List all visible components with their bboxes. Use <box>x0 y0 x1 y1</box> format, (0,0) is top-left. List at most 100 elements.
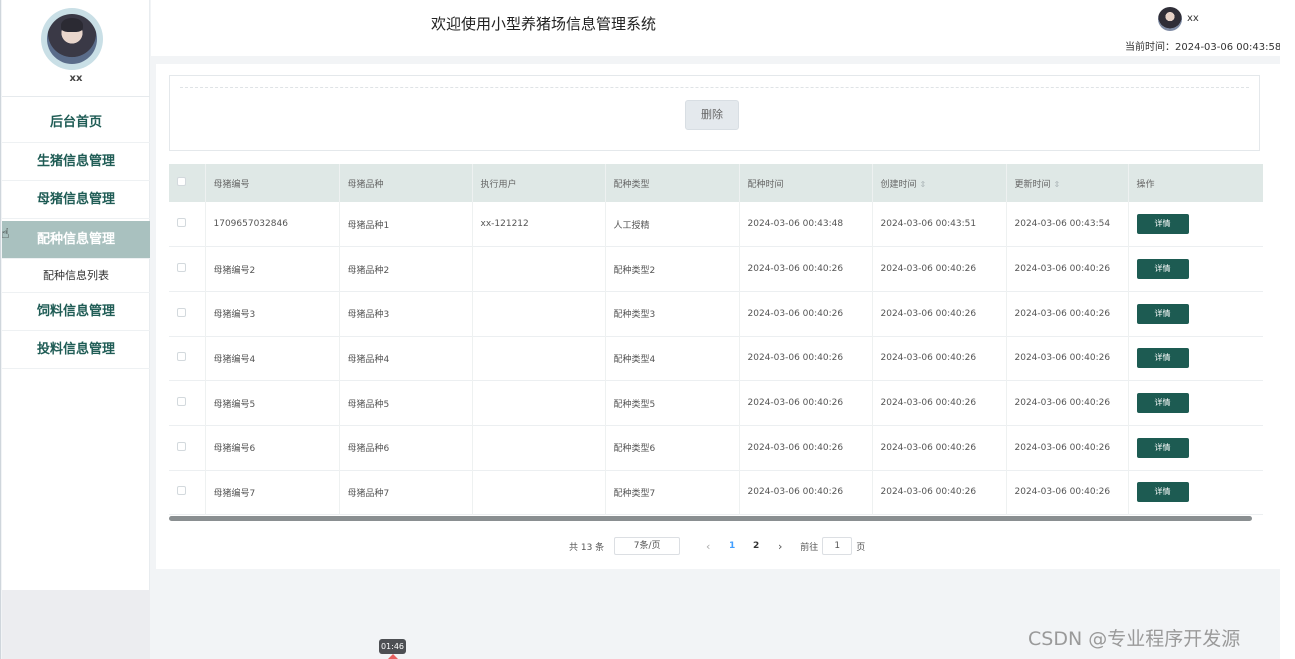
cell-mating-time: 2024-03-06 00:43:48 <box>739 202 873 247</box>
sidebar-item-pig-info[interactable]: 生猪信息管理 <box>2 143 150 181</box>
cell-user <box>472 470 606 515</box>
row-select-cell <box>169 202 206 247</box>
detail-button[interactable]: 详情 <box>1136 393 1189 414</box>
prev-page-icon[interactable]: ‹ <box>696 540 720 553</box>
cell-breed: 母猪品种6 <box>339 425 473 471</box>
table-row: 母猪编号6 母猪品种6 配种类型6 2024-03-06 00:40:26 2024-0… <box>169 425 1263 471</box>
sidebar: xx 后台首页 生猪信息管理 母猪信息管理 配种信息管理 配种信息列表 饲料信息… <box>2 0 150 590</box>
sidebar-item-feeding-info[interactable]: 投料信息管理 <box>2 331 150 369</box>
top-header: 欢迎使用小型养猪场信息管理系统 xx 当前时间：2024-03-06 00:43… <box>151 0 1281 56</box>
page-button-1[interactable]: 1 <box>720 541 744 551</box>
data-table: 母猪编号 母猪品种 执行用户 配种类型 配种时间 创建时间 ⇕ 更新时间 ⇕ 操作 … <box>169 164 1263 522</box>
avatar-image <box>47 14 97 64</box>
pagination-total: 共 13 条 <box>569 542 605 553</box>
row-select-cell <box>169 470 206 515</box>
cell-update-time: 2024-03-06 00:40:26 <box>1006 380 1129 426</box>
detail-button[interactable]: 详情 <box>1136 303 1189 324</box>
cell-sow-no: 母猪编号2 <box>205 246 340 292</box>
col-header-user: 执行用户 <box>472 164 606 202</box>
sidebar-item-sow-info[interactable]: 母猪信息管理 <box>2 181 150 219</box>
cell-mating-time: 2024-03-06 00:40:26 <box>739 380 873 426</box>
page-button-2[interactable]: 2 <box>744 541 768 551</box>
row-checkbox[interactable] <box>177 397 186 407</box>
goto-page-input[interactable]: 1 <box>822 537 853 555</box>
cell-create-time: 2024-03-06 00:40:26 <box>872 291 1007 337</box>
cell-create-time: 2024-03-06 00:43:51 <box>872 202 1007 247</box>
detail-button[interactable]: 详情 <box>1136 482 1189 503</box>
row-checkbox[interactable] <box>177 307 186 317</box>
right-margin <box>1280 0 1295 659</box>
cell-user <box>472 336 606 381</box>
cell-create-time: 2024-03-06 00:40:26 <box>872 425 1007 471</box>
table-row: 母猪编号5 母猪品种5 配种类型5 2024-03-06 00:40:26 2024-0… <box>169 380 1263 426</box>
sidebar-username: xx <box>69 73 83 84</box>
create-time-label: 创建时间 <box>880 179 917 190</box>
pagination: 共 13 条 7条/页 ‹ 1 2 › 前往 1 页 <box>569 536 865 556</box>
table-row: 母猪编号3 母猪品种3 配种类型3 2024-03-06 00:40:26 2024-0… <box>169 291 1263 337</box>
cell-mating-time: 2024-03-06 00:40:26 <box>739 425 873 471</box>
toolbar-panel: 删除 <box>169 75 1260 151</box>
cell-mating-type: 配种类型6 <box>605 425 740 471</box>
cell-sow-no: 1709657032846 <box>205 202 340 247</box>
update-time-label: 更新时间 <box>1014 179 1051 190</box>
cell-update-time: 2024-03-06 00:40:26 <box>1006 470 1129 515</box>
row-checkbox[interactable] <box>177 263 186 273</box>
row-actions-cell: 详情 <box>1128 202 1263 247</box>
row-checkbox[interactable] <box>177 441 186 451</box>
table-body: 1709657032846 母猪品种1 xx-121212 人工授精 2024-03-0… <box>169 202 1263 515</box>
sort-icon[interactable]: ⇕ <box>1054 180 1061 189</box>
cell-user <box>472 291 606 337</box>
row-checkbox[interactable] <box>177 352 186 362</box>
next-page-icon[interactable]: › <box>768 540 792 553</box>
page-title: 欢迎使用小型养猪场信息管理系统 <box>431 15 657 33</box>
cell-update-time: 2024-03-06 00:40:26 <box>1006 425 1129 471</box>
current-time: 当前时间：2024-03-06 00:43:58 <box>1125 38 1281 53</box>
sidebar-item-home[interactable]: 后台首页 <box>2 103 150 143</box>
sidebar-subitem-mating-list[interactable]: 配种信息列表 <box>2 259 150 293</box>
cell-sow-no: 母猪编号4 <box>205 336 340 381</box>
row-checkbox[interactable] <box>177 218 186 228</box>
col-header-sow-no: 母猪编号 <box>205 164 340 202</box>
cell-create-time: 2024-03-06 00:40:26 <box>872 470 1007 515</box>
sidebar-item-feed-info[interactable]: 饲料信息管理 <box>2 293 150 331</box>
video-timestamp: 01:46 <box>379 639 406 654</box>
detail-button[interactable]: 详情 <box>1136 214 1189 235</box>
row-checkbox[interactable] <box>177 486 186 496</box>
cell-mating-type: 配种类型4 <box>605 336 740 381</box>
table-row: 母猪编号2 母猪品种2 配种类型2 2024-03-06 00:40:26 2024-0… <box>169 246 1263 292</box>
table-row: 1709657032846 母猪品种1 xx-121212 人工授精 2024-03-0… <box>169 202 1263 247</box>
cell-breed: 母猪品种1 <box>339 202 473 247</box>
sidebar-avatar[interactable] <box>41 8 103 70</box>
cell-sow-no: 母猪编号7 <box>205 470 340 515</box>
col-header-create-time[interactable]: 创建时间 ⇕ <box>872 164 1007 202</box>
cell-user <box>472 380 606 426</box>
detail-button[interactable]: 详情 <box>1136 259 1189 280</box>
horizontal-scrollbar[interactable] <box>169 516 1252 521</box>
select-all-checkbox[interactable] <box>177 177 186 186</box>
row-actions-cell: 详情 <box>1128 336 1263 381</box>
cell-breed: 母猪品种4 <box>339 336 473 381</box>
row-select-cell <box>169 291 206 337</box>
cell-sow-no: 母猪编号3 <box>205 291 340 337</box>
cell-sow-no: 母猪编号5 <box>205 380 340 426</box>
toolbar-divider <box>180 87 1249 88</box>
row-actions-cell: 详情 <box>1128 291 1263 337</box>
watermark: CSDN @专业程序开发源 <box>1028 628 1241 650</box>
header-avatar[interactable] <box>1158 7 1182 31</box>
cell-update-time: 2024-03-06 00:40:26 <box>1006 336 1129 381</box>
detail-button[interactable]: 详情 <box>1136 348 1189 369</box>
sidebar-item-mating-info[interactable]: 配种信息管理 <box>2 221 150 259</box>
cell-sow-no: 母猪编号6 <box>205 425 340 471</box>
app-window: xx 后台首页 生猪信息管理 母猪信息管理 配种信息管理 配种信息列表 饲料信息… <box>0 0 1281 659</box>
page-size-select[interactable]: 7条/页 <box>614 537 681 555</box>
row-actions-cell: 详情 <box>1128 425 1263 471</box>
col-header-update-time[interactable]: 更新时间 ⇕ <box>1006 164 1129 202</box>
cell-breed: 母猪品种2 <box>339 246 473 292</box>
detail-button[interactable]: 详情 <box>1136 437 1189 458</box>
delete-button[interactable]: 删除 <box>685 100 739 130</box>
row-select-cell <box>169 380 206 426</box>
header-username[interactable]: xx <box>1187 13 1199 24</box>
cell-breed: 母猪品种7 <box>339 470 473 515</box>
sort-icon[interactable]: ⇕ <box>920 180 927 189</box>
row-select-cell <box>169 425 206 471</box>
